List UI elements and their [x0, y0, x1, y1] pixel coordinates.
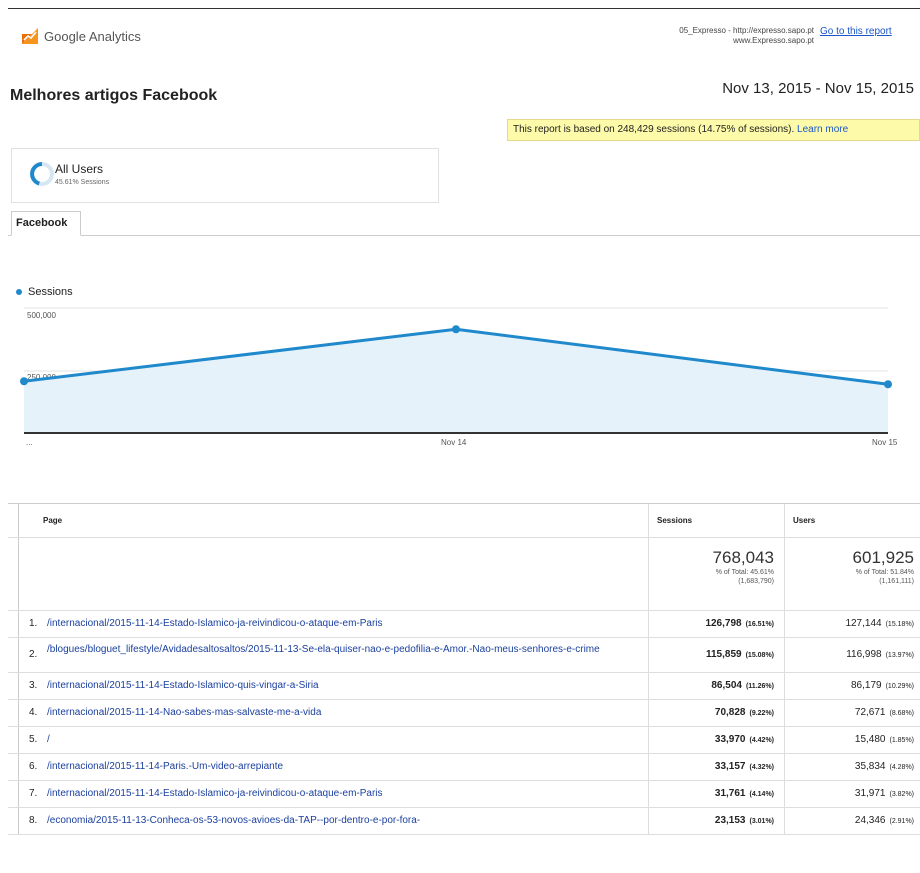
sessions-value: 126,798: [705, 618, 742, 629]
sessions-value: 70,828: [714, 707, 746, 718]
row-index: 2.: [29, 649, 38, 660]
row-sessions: 115,859 (15.08%): [706, 649, 774, 660]
page-link[interactable]: /internacional/2015-11-14-Estado-Islamic…: [47, 781, 383, 807]
data-point[interactable]: [20, 377, 28, 386]
row-sessions: 23,153 (3.01%): [715, 815, 774, 826]
data-point[interactable]: [452, 325, 460, 334]
table-row: 5. / 33,970 (4.42%) 15,480 (1.85%): [8, 727, 920, 754]
col-header-sessions[interactable]: Sessions: [648, 504, 784, 537]
row-users: 86,179 (10.29%): [851, 680, 914, 691]
sessions-pct: (9.22%): [749, 710, 774, 717]
row-index: 4.: [29, 707, 38, 718]
totals-row: 768,043 % of Total: 45.61% (1,683,790) 6…: [8, 538, 920, 611]
x-tick-2: Nov 15: [872, 438, 898, 447]
users-pct: (13.97%): [885, 652, 914, 659]
sessions-pct: (4.14%): [749, 791, 774, 798]
users-pct: (3.82%): [889, 791, 914, 798]
row-sessions: 86,504 (11.26%): [711, 680, 774, 691]
sessions-area: [24, 329, 888, 433]
row-index: 8.: [29, 815, 38, 826]
row-sessions: 33,970 (4.42%): [715, 734, 774, 745]
users-pct: (1.85%): [889, 737, 914, 744]
x-tick-0: ...: [26, 438, 33, 447]
page-link[interactable]: /economia/2015-11-13-Conheca-os-53-novos…: [47, 808, 420, 834]
sessions-value: 31,761: [714, 788, 746, 799]
sessions-chart: [20, 307, 892, 434]
sessions-value: 23,153: [714, 815, 746, 826]
sessions-value: 33,970: [714, 734, 746, 745]
total-users-pct: % of Total: 51.84%: [855, 569, 914, 576]
users-value: 15,480: [854, 734, 886, 745]
table-row: 1. /internacional/2015-11-14-Estado-Islam…: [8, 611, 920, 638]
row-index: 6.: [29, 761, 38, 772]
page-link[interactable]: /internacional/2015-11-14-Nao-sabes-mas-…: [47, 700, 321, 726]
row-index: 1.: [29, 618, 38, 629]
page-link[interactable]: /: [47, 727, 50, 753]
row-index: 7.: [29, 788, 38, 799]
users-pct: (4.28%): [889, 764, 914, 771]
row-users: 15,480 (1.85%): [855, 734, 914, 745]
users-value: 127,144: [845, 618, 882, 629]
total-sessions: 768,043: [712, 548, 774, 567]
table-row: 7. /internacional/2015-11-14-Estado-Islam…: [8, 781, 920, 808]
table-header: Page Sessions Users: [8, 504, 920, 538]
total-sessions-pct: % of Total: 45.61%: [715, 569, 774, 576]
users-value: 24,346: [854, 815, 886, 826]
sessions-value: 86,504: [711, 680, 742, 691]
sessions-value: 115,859: [705, 649, 742, 660]
row-users: 24,346 (2.91%): [855, 815, 914, 826]
users-pct: (2.91%): [889, 818, 914, 825]
total-users: 601,925: [852, 548, 914, 567]
data-point[interactable]: [884, 380, 892, 389]
sessions-pct: (3.01%): [749, 818, 774, 825]
row-sessions: 126,798 (16.51%): [705, 618, 774, 629]
sessions-pct: (16.51%): [745, 621, 774, 628]
users-value: 72,671: [854, 707, 886, 718]
row-users: 35,834 (4.28%): [855, 761, 914, 772]
total-users-base: (1,161,111): [879, 578, 914, 585]
sessions-pct: (4.32%): [749, 764, 774, 771]
page-link[interactable]: /internacional/2015-11-14-Estado-Islamic…: [47, 611, 383, 637]
table-row: 8. /economia/2015-11-13-Conheca-os-53-nov…: [8, 808, 920, 835]
data-table: Page Sessions Users 768,043 % of Total: …: [8, 503, 920, 835]
table-row: 3. /internacional/2015-11-14-Estado-Islam…: [8, 673, 920, 700]
users-value: 86,179: [851, 680, 882, 691]
users-value: 31,971: [854, 788, 886, 799]
row-users: 116,998 (13.97%): [846, 649, 914, 660]
row-users: 31,971 (3.82%): [855, 788, 914, 799]
row-sessions: 70,828 (9.22%): [715, 707, 774, 718]
x-tick-1: Nov 14: [441, 438, 467, 447]
row-users: 72,671 (8.68%): [855, 707, 914, 718]
page-link[interactable]: /internacional/2015-11-14-Estado-Islamic…: [47, 673, 319, 699]
users-pct: (15.18%): [885, 621, 914, 628]
sessions-value: 33,157: [714, 761, 746, 772]
row-sessions: 33,157 (4.32%): [715, 761, 774, 772]
row-users: 127,144 (15.18%): [845, 618, 914, 629]
table-row: 4. /internacional/2015-11-14-Nao-sabes-ma…: [8, 700, 920, 727]
table-row: 2. /blogues/bloguet_lifestyle/Avidadesalt…: [8, 638, 920, 673]
sessions-pct: (4.42%): [749, 737, 774, 744]
total-sessions-base: (1,683,790): [738, 578, 774, 585]
users-value: 35,834: [854, 761, 886, 772]
col-header-page[interactable]: Page: [18, 504, 648, 537]
row-sessions: 31,761 (4.14%): [715, 788, 774, 799]
row-index: 5.: [29, 734, 38, 745]
sessions-pct: (15.08%): [745, 652, 774, 659]
row-index: 3.: [29, 680, 38, 691]
users-pct: (10.29%): [885, 683, 914, 690]
table-row: 6. /internacional/2015-11-14-Paris.-Um-vi…: [8, 754, 920, 781]
users-pct: (8.68%): [889, 710, 914, 717]
sessions-pct: (11.26%): [745, 683, 774, 690]
page-link[interactable]: /internacional/2015-11-14-Paris.-Um-vide…: [47, 754, 283, 780]
users-value: 116,998: [846, 649, 882, 660]
page-link[interactable]: /blogues/bloguet_lifestyle/Avidadesaltos…: [47, 644, 647, 655]
col-header-users[interactable]: Users: [784, 504, 920, 537]
